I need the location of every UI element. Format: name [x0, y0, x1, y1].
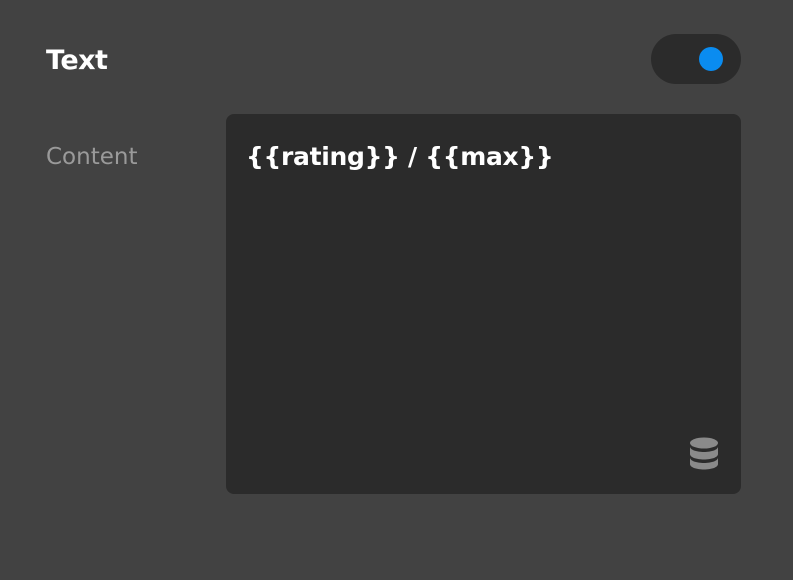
section-title: Text [46, 45, 108, 76]
database-icon[interactable] [689, 437, 719, 470]
content-value[interactable]: {{rating}} / {{max}} [246, 140, 554, 174]
content-editor[interactable]: {{rating}} / {{max}} [226, 114, 741, 494]
toggle-knob [699, 47, 723, 71]
text-enable-toggle[interactable] [651, 34, 741, 84]
content-label: Content [46, 144, 138, 170]
